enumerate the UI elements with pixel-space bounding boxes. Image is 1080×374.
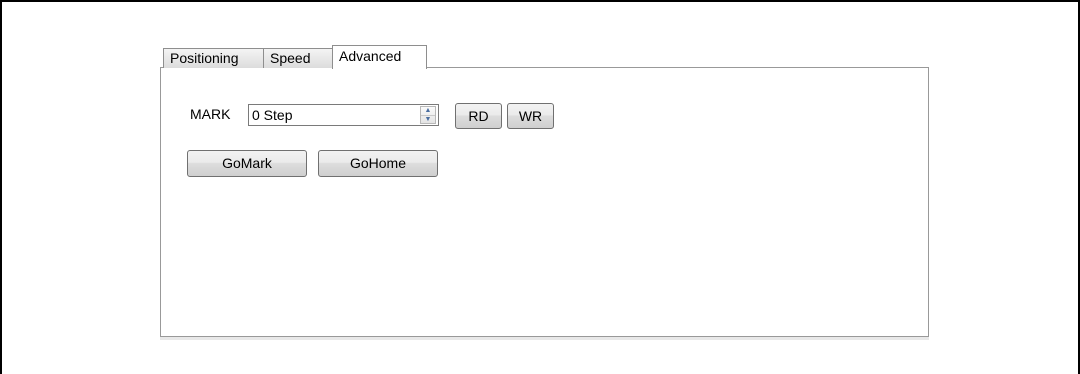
spin-up-icon[interactable]: ▲ (421, 107, 435, 115)
rd-button-label: RD (468, 108, 489, 124)
gohome-button-label: GoHome (349, 155, 407, 171)
panel-shadow (160, 337, 929, 340)
mark-spin-input[interactable]: 0 Step ▲ ▼ (248, 104, 439, 126)
tab-positioning[interactable]: Positioning (163, 48, 264, 68)
wr-button[interactable]: WR (507, 103, 554, 129)
tab-advanced-label: Advanced (339, 48, 402, 64)
wr-button-label: WR (518, 108, 543, 124)
mark-label: MARK (190, 106, 231, 122)
rd-button[interactable]: RD (455, 103, 502, 129)
tab-speed-label: Speed (270, 50, 311, 66)
tab-speed[interactable]: Speed (263, 48, 333, 68)
mark-value[interactable]: 0 Step (252, 107, 292, 123)
gomark-button-label: GoMark (222, 155, 272, 171)
mark-spin-buttons: ▲ ▼ (420, 106, 436, 124)
gohome-button[interactable]: GoHome (318, 150, 438, 177)
gomark-button[interactable]: GoMark (187, 150, 307, 177)
spin-down-icon[interactable]: ▼ (421, 115, 435, 124)
tab-positioning-label: Positioning (170, 50, 239, 66)
tab-advanced[interactable]: Advanced (332, 45, 427, 69)
